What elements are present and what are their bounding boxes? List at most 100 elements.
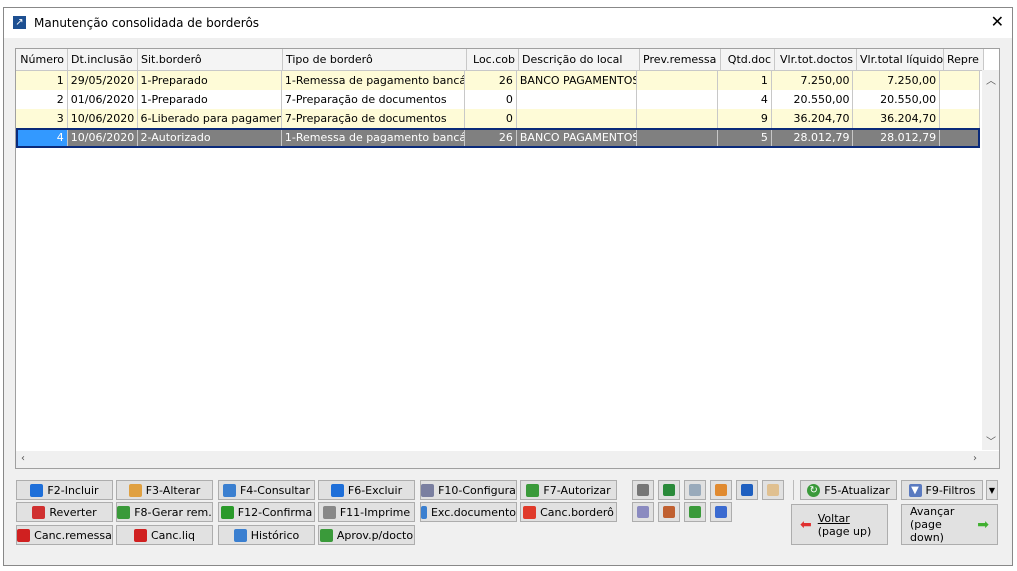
column-header[interactable]: Prev.remessa xyxy=(640,49,721,70)
user-check-button[interactable] xyxy=(658,502,680,522)
button-label: Canc.remessa xyxy=(34,528,112,542)
filters-dropdown-button[interactable]: ▼ xyxy=(986,480,998,500)
checklist-button[interactable] xyxy=(710,502,732,522)
canc-remessa-button[interactable]: Canc.remessa xyxy=(16,525,113,545)
table-cell: 10/06/2020 xyxy=(68,109,138,128)
gears-icon xyxy=(421,483,435,497)
aprov-p-docto-button[interactable]: Aprov.p/docto xyxy=(318,525,415,545)
next-button[interactable]: Avançar (page down) ➡ xyxy=(901,504,998,545)
table-cell: 3 xyxy=(16,109,68,128)
download-button[interactable] xyxy=(684,502,706,522)
document-icon xyxy=(689,484,701,496)
filters-label: F9-Filtros xyxy=(925,483,976,497)
binoculars-icon xyxy=(637,484,649,496)
table-cell xyxy=(637,109,719,128)
document-button[interactable] xyxy=(684,480,706,500)
table-row[interactable]: 1 29/05/2020 1-Preparado 1-Remessa de pagam… xyxy=(16,71,980,91)
button-label: Exc.documento xyxy=(430,505,516,519)
no-entry-icon xyxy=(17,528,31,542)
column-header[interactable]: Sit.borderô xyxy=(138,49,283,70)
f11-imprime-button[interactable]: F11-Imprime xyxy=(318,502,415,522)
column-header[interactable]: Qtd.doc xyxy=(721,49,775,70)
exc-documento-button[interactable]: Exc.documento xyxy=(420,502,517,522)
column-header[interactable]: Descrição do local xyxy=(519,49,640,70)
no-entry-icon xyxy=(133,528,147,542)
table-cell: 28.012,79 xyxy=(853,128,941,147)
table-cell: 36.204,70 xyxy=(772,109,854,128)
f3-alterar-button[interactable]: F3-Alterar xyxy=(116,480,213,500)
settings-button[interactable] xyxy=(632,502,654,522)
reverter-button[interactable]: Reverter xyxy=(16,502,113,522)
table-cell: 7.250,00 xyxy=(853,71,941,90)
report-button[interactable] xyxy=(710,480,732,500)
filters-button[interactable]: ▼ F9-Filtros xyxy=(901,480,983,500)
funnel-icon: ▼ xyxy=(908,483,922,497)
f8-gerar-rem--button[interactable]: F8-Gerar rem. xyxy=(116,502,213,522)
scroll-up-icon[interactable]: ︿ xyxy=(986,72,996,87)
app-icon: ↗ xyxy=(13,16,26,29)
palette-button[interactable] xyxy=(762,480,784,500)
button-label: F2-Incluir xyxy=(47,483,99,497)
scroll-right-icon[interactable]: › xyxy=(973,453,977,464)
button-label: Aprov.p/docto xyxy=(336,528,414,542)
column-header[interactable]: Loc.cob xyxy=(467,49,519,70)
column-header[interactable]: Vlr.total líquido xyxy=(857,49,944,70)
column-header[interactable]: Número xyxy=(16,49,68,70)
excel-button[interactable] xyxy=(658,480,680,500)
table-cell: 10/06/2020 xyxy=(68,128,138,147)
table-row[interactable]: 3 10/06/2020 6-Liberado para pagamento 7-Pr… xyxy=(16,109,980,129)
table-row[interactable]: 4 10/06/2020 2-Autorizado 1-Remessa de paga… xyxy=(16,128,980,148)
close-button[interactable]: ✕ xyxy=(991,12,1004,31)
button-label: Canc.borderô xyxy=(540,505,614,519)
f7-autorizar-button[interactable]: F7-Autorizar xyxy=(520,480,617,500)
x-circle-icon xyxy=(523,505,537,519)
canc-border--button[interactable]: Canc.borderô xyxy=(520,502,617,522)
check-doc-icon xyxy=(526,483,540,497)
vertical-scrollbar[interactable]: ︿ ﹀ xyxy=(982,70,999,450)
refresh-button[interactable]: ↻ F5-Atualizar xyxy=(800,480,897,500)
bordero-grid[interactable]: Número Dt.inclusão Sit.borderô Tipo de bord… xyxy=(15,48,1000,469)
table-cell xyxy=(517,90,638,109)
table-cell: 2 xyxy=(16,90,68,109)
canc-liq-button[interactable]: Canc.liq xyxy=(116,525,213,545)
checklist-icon xyxy=(319,528,333,542)
column-header[interactable]: Dt.inclusão xyxy=(68,49,138,70)
table-row[interactable]: 2 01/06/2020 1-Preparado 7-Preparação de do… xyxy=(16,90,980,110)
table-cell: 6-Liberado para pagamento xyxy=(138,109,282,128)
horizontal-scrollbar[interactable]: ‹ › xyxy=(16,451,999,468)
f2-incluir-button[interactable]: F2-Incluir xyxy=(16,480,113,500)
back-button[interactable]: ⬅ Voltar (page up) xyxy=(791,504,888,545)
f12-confirma-button[interactable]: F12-Confirma xyxy=(218,502,315,522)
table-cell xyxy=(940,109,980,128)
f4-consultar-button[interactable]: F4-Consultar xyxy=(218,480,315,500)
table-cell: 7-Preparação de documentos xyxy=(282,90,466,109)
printer-icon xyxy=(322,505,336,519)
hist-rico-button[interactable]: Histórico xyxy=(218,525,315,545)
checklist-icon xyxy=(715,506,727,518)
minus-icon xyxy=(330,483,344,497)
table-cell xyxy=(637,71,719,90)
table-cell xyxy=(940,90,980,109)
button-label: Reverter xyxy=(49,505,97,519)
binoculars-button[interactable] xyxy=(632,480,654,500)
f6-excluir-button[interactable]: F6-Excluir xyxy=(318,480,415,500)
scroll-down-icon[interactable]: ﹀ xyxy=(986,433,996,448)
sort-button[interactable] xyxy=(736,480,758,500)
table-cell: 01/06/2020 xyxy=(68,90,138,109)
button-label: Canc.liq xyxy=(150,528,196,542)
table-cell: 1 xyxy=(16,71,68,90)
table-cell: 26 xyxy=(465,128,517,147)
excel-icon xyxy=(663,484,675,496)
table-cell: 29/05/2020 xyxy=(68,71,138,90)
scroll-left-icon[interactable]: ‹ xyxy=(21,453,25,464)
arrow-left-icon xyxy=(421,505,427,519)
column-header[interactable]: Tipo de borderô xyxy=(283,49,467,70)
check-circle-icon xyxy=(220,505,234,519)
f10-configura-button[interactable]: F10-Configura xyxy=(420,480,517,500)
column-header[interactable]: Vlr.tot.doctos xyxy=(775,49,857,70)
table-cell: 20.550,00 xyxy=(772,90,854,109)
table-cell: 0 xyxy=(465,109,517,128)
table-cell xyxy=(637,128,719,147)
column-header[interactable]: Repre xyxy=(944,49,984,70)
palette-icon xyxy=(767,484,779,496)
